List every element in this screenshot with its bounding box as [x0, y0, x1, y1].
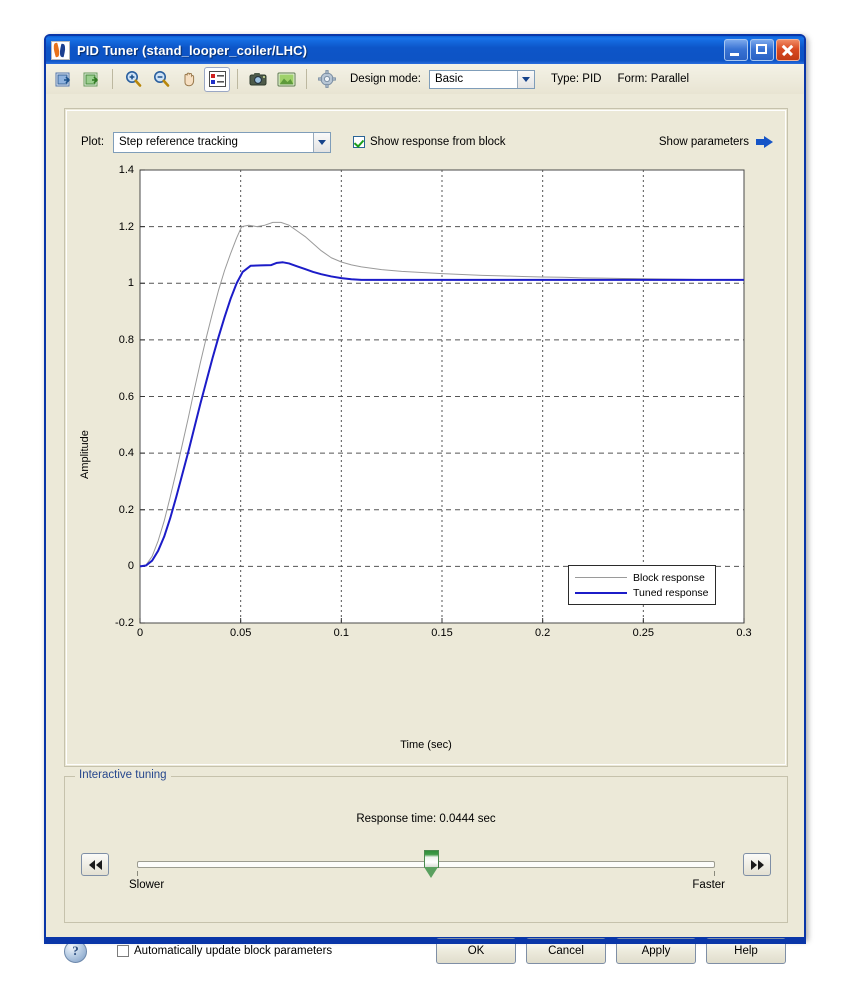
- slider-faster-label: Faster: [692, 879, 725, 891]
- zoom-in-icon[interactable]: [120, 67, 146, 92]
- design-mode-value: Basic: [434, 73, 464, 85]
- pan-icon[interactable]: [176, 67, 202, 92]
- slider-slower-label: Slower: [129, 879, 165, 891]
- arrow-right-icon: [756, 136, 773, 148]
- import-design-icon[interactable]: [51, 67, 77, 92]
- y-axis-tick: 0.8: [118, 333, 134, 346]
- client-area: Plot: Step reference tracking Show respo…: [46, 94, 804, 964]
- matlab-icon: [51, 40, 70, 60]
- maximize-button[interactable]: [750, 39, 774, 61]
- design-mode-label: Design mode:: [350, 73, 421, 85]
- auto-update-checkbox[interactable]: Automatically update block parameters: [117, 945, 332, 957]
- show-response-from-block-label: Show response from block: [370, 136, 506, 148]
- y-axis-tick: 1.4: [118, 164, 134, 176]
- x-axis-tick: 0.15: [431, 627, 453, 639]
- design-mode-select[interactable]: Basic: [428, 69, 535, 89]
- y-axis-tick: 1.2: [118, 220, 134, 233]
- form-label: Form: Parallel: [617, 73, 690, 85]
- response-time-label: Response time: 0.0444 sec: [356, 813, 496, 825]
- x-axis-tick: 0.05: [229, 627, 252, 639]
- y-axis-tick: 0: [127, 560, 134, 573]
- y-axis-label: Amplitude: [79, 430, 91, 479]
- checkbox-box: [353, 136, 366, 148]
- window-title: PID Tuner (stand_looper_coiler/LHC): [77, 42, 308, 58]
- minimize-button[interactable]: [724, 39, 748, 61]
- y-axis-tick: -0.2: [115, 617, 134, 629]
- legend-icon[interactable]: [204, 66, 230, 92]
- y-axis-tick: 0.2: [118, 503, 134, 516]
- legend-item: Tuned response: [575, 585, 709, 600]
- options-gear-icon[interactable]: [314, 67, 340, 92]
- legend-label: Block response: [633, 571, 705, 584]
- x-axis-label: Time (sec): [400, 739, 452, 751]
- auto-update-label: Automatically update block parameters: [134, 945, 333, 957]
- pid-tuner-window: PID Tuner (stand_looper_coiler/LHC) Desi…: [44, 34, 806, 964]
- plot-canvas: [139, 169, 745, 624]
- step-response-chart: Amplitude Time (sec) -0.2 0 0.2 0.4 0.6 0.8 1 1…: [79, 161, 771, 751]
- slider-increase-button[interactable]: [743, 853, 771, 876]
- checkbox-box: [117, 945, 129, 957]
- toolbar: Design mode: Basic Type: PID Form: Paral…: [46, 64, 804, 95]
- chevron-down-icon: [516, 70, 534, 88]
- show-parameters-button[interactable]: Show parameters: [659, 136, 773, 148]
- legend-swatch: [575, 591, 627, 594]
- show-response-from-block-checkbox[interactable]: Show response from block: [353, 136, 506, 148]
- chevron-down-icon: [313, 132, 331, 152]
- x-axis-tick: 0.2: [535, 627, 551, 639]
- plot-select[interactable]: Step reference tracking: [113, 131, 332, 153]
- plot-label: Plot:: [81, 136, 105, 148]
- zoom-out-icon[interactable]: [148, 67, 174, 92]
- window-bottom-edge: [44, 939, 806, 944]
- close-button[interactable]: [776, 39, 800, 61]
- interactive-tuning-group: Interactive tuning Response time: 0.0444…: [64, 769, 788, 923]
- slider-tick-max: [714, 871, 715, 876]
- plot-controls-row: Plot: Step reference tracking Show respo…: [81, 131, 773, 153]
- window-controls: [724, 39, 800, 61]
- legend-swatch: [575, 577, 627, 578]
- response-time-slider-row: Slower Faster: [81, 845, 771, 893]
- legend-label: Tuned response: [633, 586, 709, 599]
- thumb-body: [424, 850, 440, 868]
- slider-decrease-button[interactable]: [81, 853, 109, 876]
- toolbar-separator: [112, 69, 113, 89]
- y-axis-tick: 0.4: [118, 447, 134, 460]
- slider-tick-min: [137, 871, 138, 876]
- response-time-slider-thumb[interactable]: [424, 850, 440, 878]
- toolbar-separator: [237, 69, 238, 89]
- show-parameters-label: Show parameters: [658, 136, 749, 148]
- toolbar-separator: [306, 69, 307, 89]
- x-axis-tick: 0.1: [333, 627, 349, 639]
- legend-item: Block response: [575, 570, 709, 585]
- plot-select-value: Step reference tracking: [119, 136, 238, 148]
- x-axis-tick: 0.25: [632, 627, 655, 639]
- x-axis-tick: 0.3: [736, 627, 752, 639]
- y-axis-tick: 0.6: [118, 390, 134, 403]
- x-axis-tick: 0: [136, 627, 144, 639]
- title-bar: PID Tuner (stand_looper_coiler/LHC): [46, 36, 804, 64]
- y-axis-tick: 1: [127, 277, 134, 290]
- thumb-tip: [424, 867, 439, 878]
- plot-panel: Plot: Step reference tracking Show respo…: [64, 108, 788, 767]
- type-label: Type: PID: [550, 73, 602, 85]
- image-icon[interactable]: [273, 67, 299, 92]
- export-design-icon[interactable]: [79, 67, 105, 92]
- chart-legend: Block response Tuned response: [568, 565, 716, 605]
- snapshot-icon[interactable]: [245, 67, 271, 92]
- interactive-tuning-title: Interactive tuning: [75, 769, 171, 781]
